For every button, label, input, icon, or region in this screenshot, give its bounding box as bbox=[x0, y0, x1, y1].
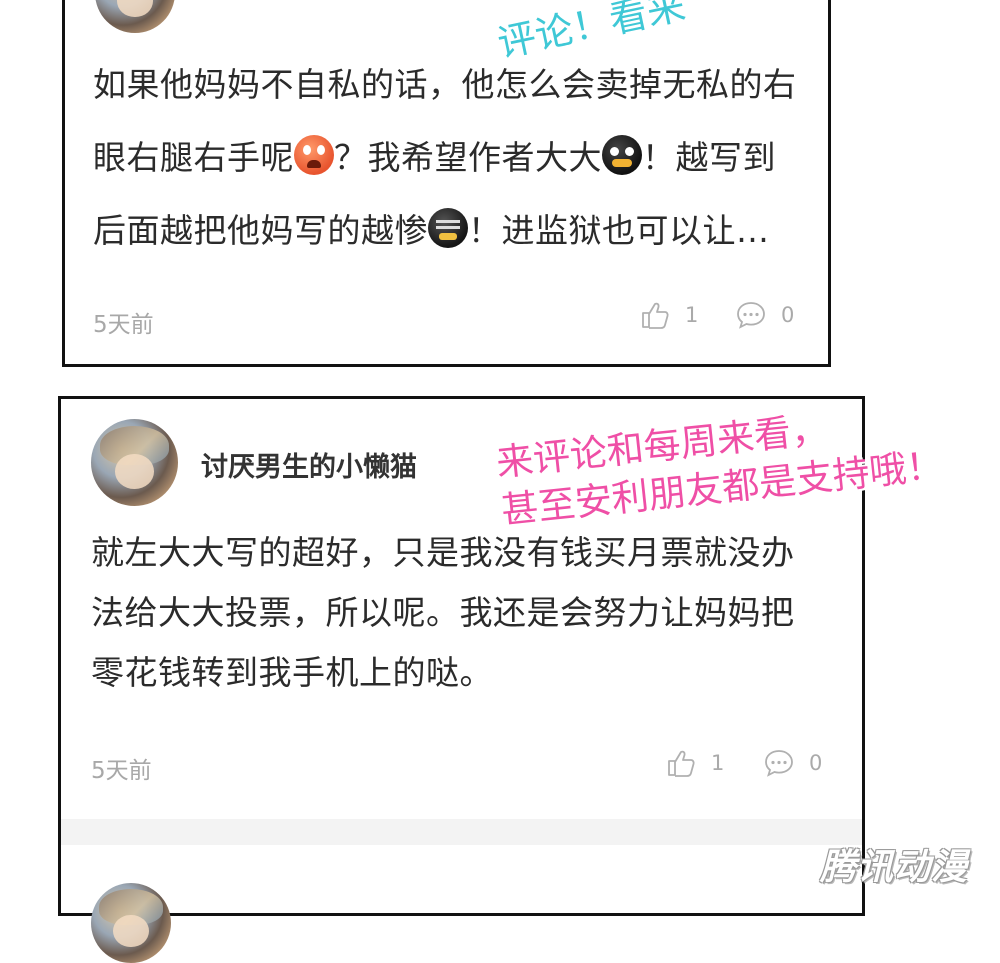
avatar-face bbox=[117, 0, 153, 17]
comment-line: 零花钱转到我手机上的哒。 bbox=[91, 653, 493, 692]
comment-time: 5天前 bbox=[91, 758, 152, 784]
dark-face-emoji-icon bbox=[602, 135, 642, 175]
comment-segment: 眼右腿右手呢 bbox=[93, 138, 294, 177]
comment-line: 后面越把他妈写的越惨 ！进监狱也可以让… bbox=[93, 194, 823, 267]
comment-bubble-icon bbox=[737, 302, 765, 329]
comment-line: 就左大大写的超好，只是我没有钱买月票就没办 bbox=[91, 533, 795, 572]
comment-segment: ？我希望作者大大 bbox=[334, 138, 602, 177]
avatar[interactable] bbox=[95, 0, 175, 33]
like-button[interactable]: 1 bbox=[665, 747, 724, 779]
like-button[interactable]: 1 bbox=[639, 299, 698, 331]
avatar-face bbox=[113, 915, 149, 947]
comment-line: 如果他妈妈不自私的话，他怎么会卖掉无私的右 bbox=[93, 65, 797, 104]
shock-face-emoji-icon bbox=[294, 135, 334, 175]
avatar[interactable] bbox=[91, 419, 178, 506]
comment-bubble-icon bbox=[765, 750, 793, 777]
like-count: 1 bbox=[685, 303, 699, 327]
reply-count: 0 bbox=[781, 303, 795, 327]
comment-body: 就左大大写的超好，只是我没有钱买月票就没办 法给大大投票，所以呢。我还是会努力让… bbox=[91, 523, 851, 703]
like-count: 1 bbox=[711, 751, 725, 775]
section-divider bbox=[61, 819, 862, 845]
username[interactable]: 讨厌男生的小懒猫 bbox=[201, 445, 417, 484]
comment-segment: ！进监狱也可以让… bbox=[468, 211, 770, 250]
watermark-logo: 腾讯动漫 bbox=[820, 847, 969, 888]
reply-button[interactable]: 0 bbox=[763, 747, 822, 779]
avatar-face bbox=[115, 453, 154, 489]
avatar[interactable] bbox=[91, 883, 171, 963]
comment-segment: 后面越把他妈写的越惨 bbox=[93, 211, 428, 250]
crying-face-emoji-icon bbox=[428, 208, 468, 248]
reply-count: 0 bbox=[809, 751, 823, 775]
comment-segment: ！越写到 bbox=[642, 138, 776, 177]
comment-body: 如果他妈妈不自私的话，他怎么会卖掉无私的右 眼右腿右手呢 ？我希望作者大大 ！越写到… bbox=[93, 48, 823, 267]
thumbs-up-icon bbox=[642, 302, 669, 329]
reply-button[interactable]: 0 bbox=[735, 299, 794, 331]
comment-line: 眼右腿右手呢 ？我希望作者大大 ！越写到 bbox=[93, 121, 823, 194]
comment-line: 法给大大投票，所以呢。我还是会努力让妈妈把 bbox=[91, 593, 795, 632]
thumbs-up-icon bbox=[668, 750, 695, 777]
comment-card-1: 如果他妈妈不自私的话，他怎么会卖掉无私的右 眼右腿右手呢 ？我希望作者大大 ！越写到… bbox=[62, 0, 831, 367]
comment-time: 5天前 bbox=[93, 312, 154, 338]
